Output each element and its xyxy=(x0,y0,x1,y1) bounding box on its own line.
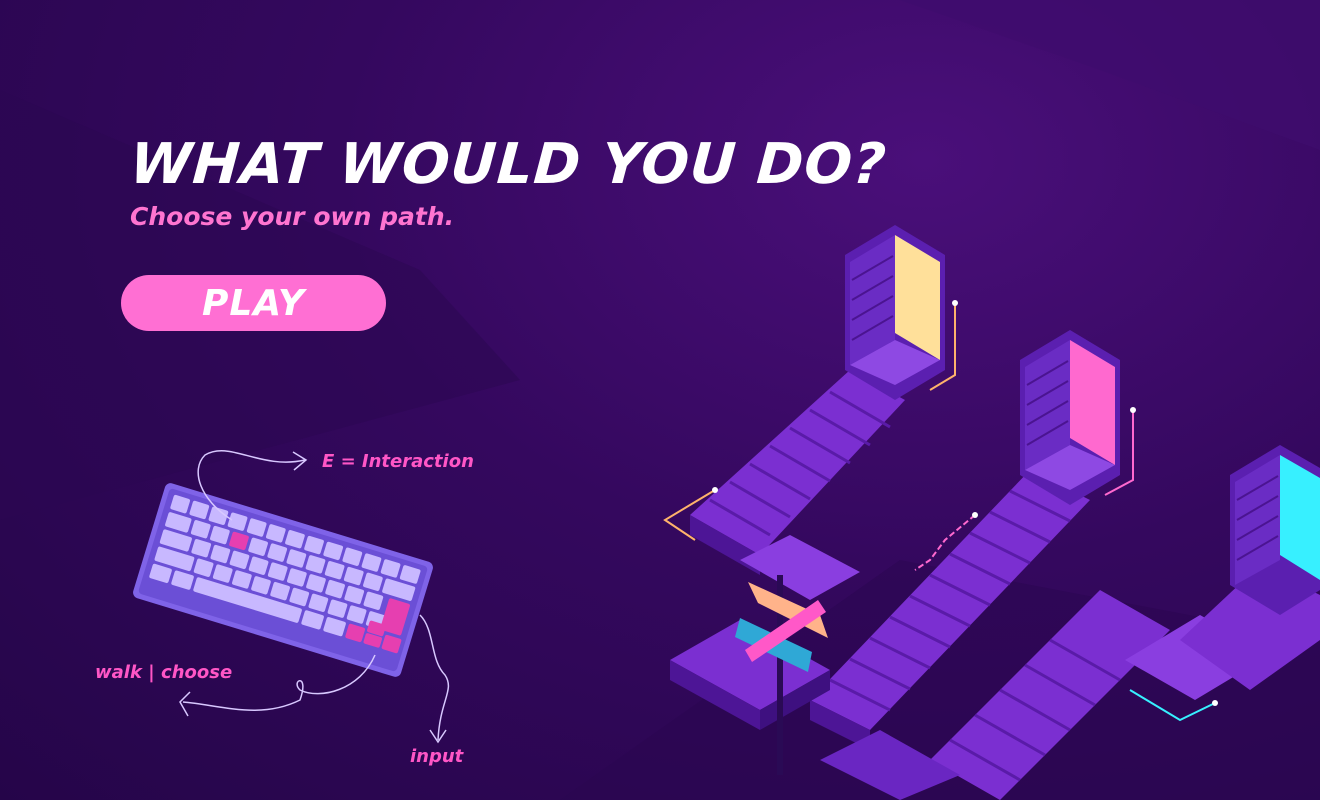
hint-input: input xyxy=(410,746,464,767)
keyboard xyxy=(133,483,433,677)
arrow-input xyxy=(419,614,450,741)
hint-interaction: E = Interaction xyxy=(322,451,474,472)
hint-walk: walk | choose xyxy=(95,662,233,683)
